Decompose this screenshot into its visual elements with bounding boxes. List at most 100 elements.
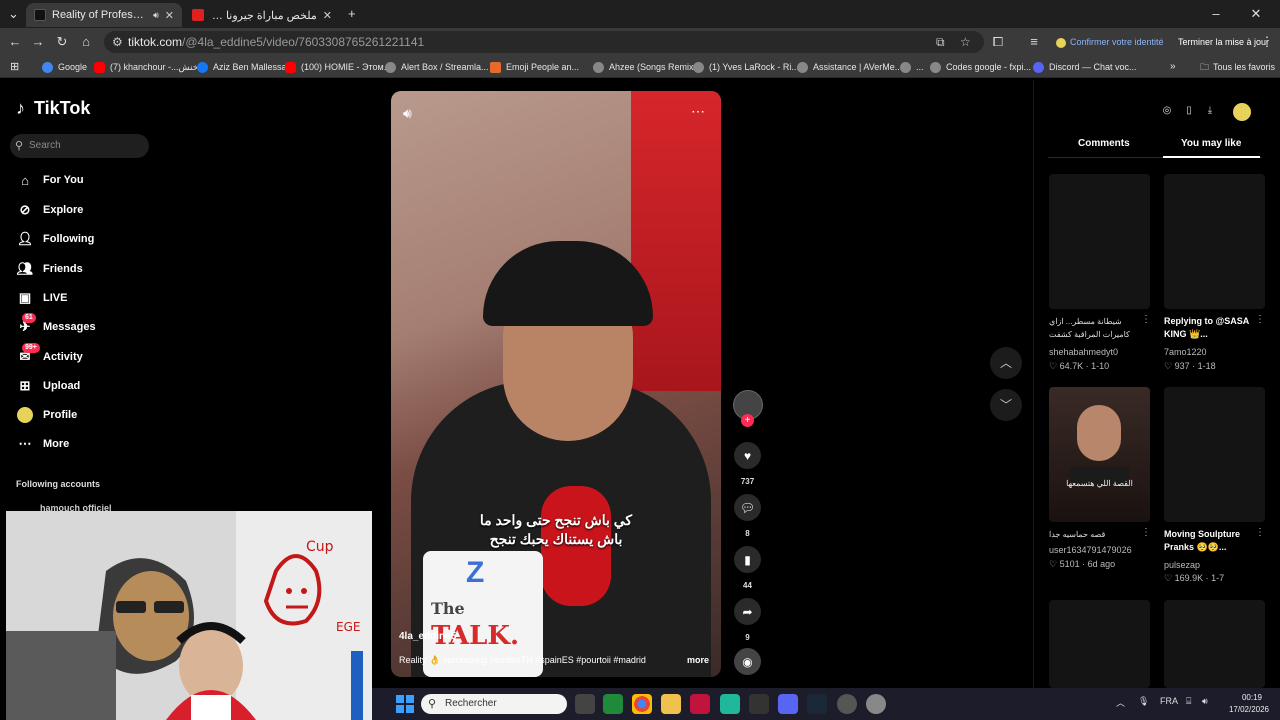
app-icon[interactable] bbox=[749, 694, 769, 714]
card-more-icon[interactable]: ⋮ bbox=[1141, 527, 1151, 538]
media-control-icon[interactable]: ≡ bbox=[1024, 32, 1044, 52]
card-more-icon[interactable]: ⋮ bbox=[1255, 314, 1265, 325]
language-indicator[interactable]: FRA bbox=[1160, 696, 1178, 706]
network-icon[interactable]: ⌸ bbox=[1186, 696, 1191, 707]
back-icon[interactable]: ← bbox=[5, 32, 25, 52]
tab-you-may-like[interactable]: You may like bbox=[1181, 138, 1241, 149]
close-tab-icon[interactable]: ✕ bbox=[323, 9, 332, 22]
reload-icon[interactable]: ↻ bbox=[52, 32, 72, 52]
browser-menu-icon[interactable]: ⋮ bbox=[1257, 32, 1277, 52]
bookmark-item[interactable]: Assistance | AVerMe... bbox=[797, 56, 902, 78]
recommended-video-title[interactable]: شيطانة مسطر... ازاي كاميرات المراقبة كشف… bbox=[1049, 315, 1149, 341]
close-tab-icon[interactable]: ✕ bbox=[165, 9, 174, 22]
bookmark-item[interactable]: ... bbox=[900, 56, 924, 78]
app-icon[interactable] bbox=[690, 694, 710, 714]
forward-icon[interactable]: → bbox=[28, 32, 48, 52]
sound-disc[interactable]: ◉ bbox=[734, 648, 761, 675]
video-more-icon[interactable]: ⋯ bbox=[691, 103, 705, 120]
task-view-icon[interactable] bbox=[575, 694, 595, 714]
volume-icon[interactable]: 🔊︎ bbox=[403, 105, 412, 122]
recommended-video-thumbnail[interactable]: القصة اللي هتسمعها bbox=[1049, 387, 1150, 522]
tab-match-summary[interactable]: ملخص مباراة جيرونا وبرشلونة | ال... ✕ bbox=[184, 3, 340, 27]
download-icon[interactable]: ⤓ bbox=[1202, 103, 1218, 119]
discord-icon[interactable] bbox=[778, 694, 798, 714]
recommended-video-thumbnail[interactable] bbox=[1164, 174, 1265, 309]
bookmark-item[interactable]: Discord — Chat voc... bbox=[1033, 56, 1137, 78]
tray-overflow-icon[interactable]: ︿ bbox=[1116, 696, 1125, 709]
more-bookmarks-icon[interactable]: » bbox=[1170, 56, 1176, 78]
caption-more-button[interactable]: more bbox=[687, 655, 709, 665]
new-tab-button[interactable]: + bbox=[348, 0, 356, 28]
card-more-icon[interactable]: ⋮ bbox=[1255, 527, 1265, 538]
nav-live[interactable]: ▣ LIVE bbox=[16, 288, 68, 308]
card-more-icon[interactable]: ⋮ bbox=[1141, 314, 1151, 325]
recommended-video-thumbnail[interactable] bbox=[1164, 600, 1265, 688]
nav-upload[interactable]: ⊞ Upload bbox=[16, 376, 81, 396]
microphone-icon[interactable]: 🎙︎ bbox=[1138, 696, 1149, 707]
nav-messages[interactable]: ✈︎ 61 Messages bbox=[16, 313, 96, 337]
volume-icon[interactable]: 🔊︎ bbox=[1202, 696, 1208, 707]
steam-icon[interactable] bbox=[807, 694, 827, 714]
save-button[interactable]: ▮ bbox=[734, 546, 761, 573]
apps-icon[interactable]: ⊞ bbox=[10, 56, 19, 78]
nav-profile[interactable]: Profile bbox=[16, 405, 77, 425]
taskbar-search-input[interactable]: ⚲ Rechercher bbox=[421, 694, 567, 714]
compass-icon[interactable]: ◎ bbox=[1159, 103, 1175, 119]
like-button[interactable]: ♥ bbox=[734, 442, 761, 469]
bookmark-item[interactable]: Codes google - fxpi... bbox=[930, 56, 1031, 78]
tab-list-icon[interactable]: ⌄ bbox=[8, 0, 19, 28]
recommended-video-user[interactable]: shehabahmedyt0 bbox=[1049, 347, 1118, 357]
nav-explore[interactable]: ⊘ Explore bbox=[16, 200, 84, 220]
recommended-video-title[interactable]: Replying to @SASA KING 👑... bbox=[1164, 315, 1264, 341]
follow-plus-icon[interactable]: + bbox=[741, 414, 754, 427]
minimize-icon[interactable]: – bbox=[1196, 0, 1236, 28]
app-icon[interactable] bbox=[603, 694, 623, 714]
phone-icon[interactable]: ▯ bbox=[1181, 103, 1197, 119]
nav-for-you[interactable]: ⌂ For You bbox=[16, 170, 83, 190]
settings-icon[interactable] bbox=[866, 694, 886, 714]
nav-more[interactable]: ⋯ More bbox=[16, 434, 70, 454]
share-button[interactable]: ➦ bbox=[734, 598, 761, 625]
recommended-video-user[interactable]: pulsezap bbox=[1164, 560, 1200, 570]
clock-date[interactable]: 17/02/2026 bbox=[1224, 705, 1274, 714]
bookmark-item[interactable]: Emoji People an... bbox=[490, 56, 579, 78]
video-player[interactable]: The TALK. Z كي باش تنجح حتى واحد ما باش ي… bbox=[391, 91, 721, 677]
previous-video-button[interactable]: ︿ bbox=[990, 347, 1022, 379]
windows-start-icon[interactable] bbox=[396, 695, 414, 713]
recommended-video-thumbnail[interactable] bbox=[1049, 600, 1150, 688]
user-avatar[interactable] bbox=[1233, 103, 1251, 121]
install-app-icon[interactable]: ⧉ bbox=[936, 31, 945, 53]
home-icon[interactable]: ⌂ bbox=[76, 32, 96, 52]
app-icon[interactable] bbox=[720, 694, 740, 714]
bookmark-item[interactable]: Aziz Ben Mallessa bbox=[197, 56, 287, 78]
site-info-icon[interactable]: ⚙︎ bbox=[112, 31, 123, 53]
extensions-icon[interactable]: ⧠ bbox=[988, 32, 1008, 52]
tiktok-logo[interactable]: ♪ TikTok bbox=[16, 98, 90, 119]
bookmark-item[interactable]: Ahzee (Songs Remix... bbox=[593, 56, 701, 78]
verify-identity-link[interactable]: Confirmer votre identité bbox=[1056, 32, 1164, 52]
clock-time[interactable]: 00:19 bbox=[1232, 693, 1272, 702]
bookmark-item[interactable]: (100) HOMIE - Этом... bbox=[285, 56, 391, 78]
bookmark-item[interactable]: Alert Box / Streamla... bbox=[385, 56, 489, 78]
bookmark-item[interactable]: (7) khanchour -...خنش bbox=[94, 56, 198, 78]
chrome-icon[interactable] bbox=[632, 694, 652, 714]
close-window-icon[interactable]: ✕ bbox=[1236, 0, 1276, 28]
comment-button[interactable]: 💬︎ bbox=[734, 494, 761, 521]
video-author[interactable]: 4la_eddine5 bbox=[399, 631, 456, 642]
speaker-icon[interactable]: 🔊︎ bbox=[153, 10, 159, 21]
recommended-video-title[interactable]: قصه حماسيه جدا bbox=[1049, 528, 1149, 541]
nav-following[interactable]: 👤︎ Following bbox=[16, 229, 95, 249]
nav-activity[interactable]: ✉︎ 99+ Activity bbox=[16, 343, 83, 367]
app-icon[interactable] bbox=[837, 694, 857, 714]
bookmark-item[interactable]: Google bbox=[42, 56, 87, 78]
all-bookmarks-button[interactable]: 🗀 Tous les favoris bbox=[1200, 56, 1275, 78]
address-bar[interactable]: ⚙︎ tiktok.com/@4la_eddine5/video/7603308… bbox=[104, 31, 984, 53]
recommended-video-thumbnail[interactable] bbox=[1164, 387, 1265, 522]
next-video-button[interactable]: ﹀ bbox=[990, 389, 1022, 421]
nav-friends[interactable]: 👥︎ Friends bbox=[16, 259, 83, 279]
recommended-video-user[interactable]: 7amo1220 bbox=[1164, 347, 1207, 357]
bookmark-star-icon[interactable]: ☆ bbox=[960, 31, 971, 53]
recommended-video-thumbnail[interactable] bbox=[1049, 174, 1150, 309]
tab-comments[interactable]: Comments bbox=[1078, 138, 1130, 149]
recommended-video-user[interactable]: user1634791479026 bbox=[1049, 545, 1132, 555]
